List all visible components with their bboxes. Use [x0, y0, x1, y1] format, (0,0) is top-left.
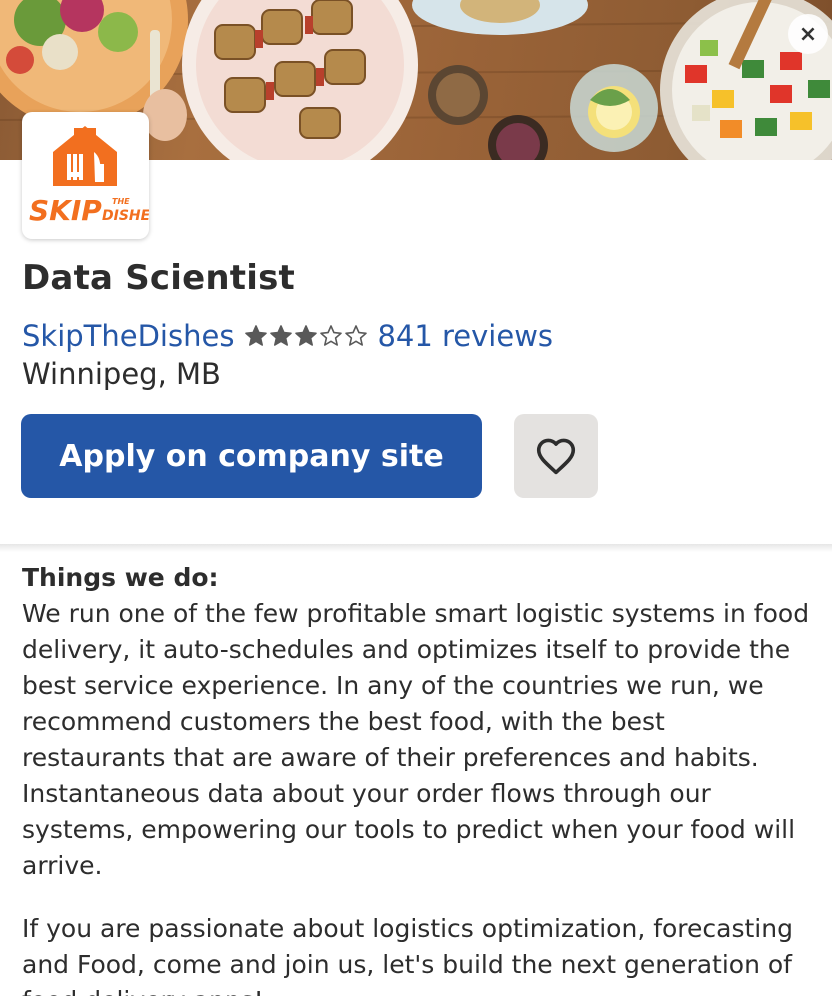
job-location: Winnipeg, MB: [22, 357, 221, 391]
close-button[interactable]: ×: [788, 14, 828, 54]
description-heading: Things we do:: [22, 563, 219, 592]
section-divider: [0, 544, 832, 552]
save-job-button[interactable]: [514, 414, 598, 498]
description-paragraph: We run one of the few profitable smart l…: [22, 599, 810, 880]
star-rating: [244, 324, 369, 348]
star-filled-icon: [295, 325, 318, 346]
heart-icon: [536, 438, 576, 475]
company-logo: SKIP THE DISHES: [22, 112, 149, 239]
star-empty-icon: [320, 325, 343, 346]
close-icon: ×: [798, 21, 818, 47]
company-rating-row: SkipTheDishes 841 reviews: [22, 318, 553, 354]
job-title: Data Scientist: [22, 258, 295, 298]
reviews-link[interactable]: 841 reviews: [377, 319, 553, 353]
star-filled-icon: [245, 325, 268, 346]
company-link[interactable]: SkipTheDishes: [22, 319, 234, 353]
job-detail-page: × SKIP THE DISHES Data Scientist SkipThe…: [0, 0, 832, 996]
svg-text:THE: THE: [112, 197, 130, 206]
apply-on-company-site-button[interactable]: Apply on company site: [21, 414, 482, 498]
star-filled-icon: [270, 325, 293, 346]
svg-text:DISHES: DISHES: [102, 208, 149, 224]
description-paragraph: If you are passionate about logistics op…: [22, 914, 793, 996]
star-empty-icon: [345, 325, 368, 346]
skipthedishes-logo: SKIP THE DISHES: [29, 126, 149, 227]
job-description: Things we do: We run one of the few prof…: [22, 560, 812, 996]
svg-text:SKIP: SKIP: [29, 194, 102, 227]
